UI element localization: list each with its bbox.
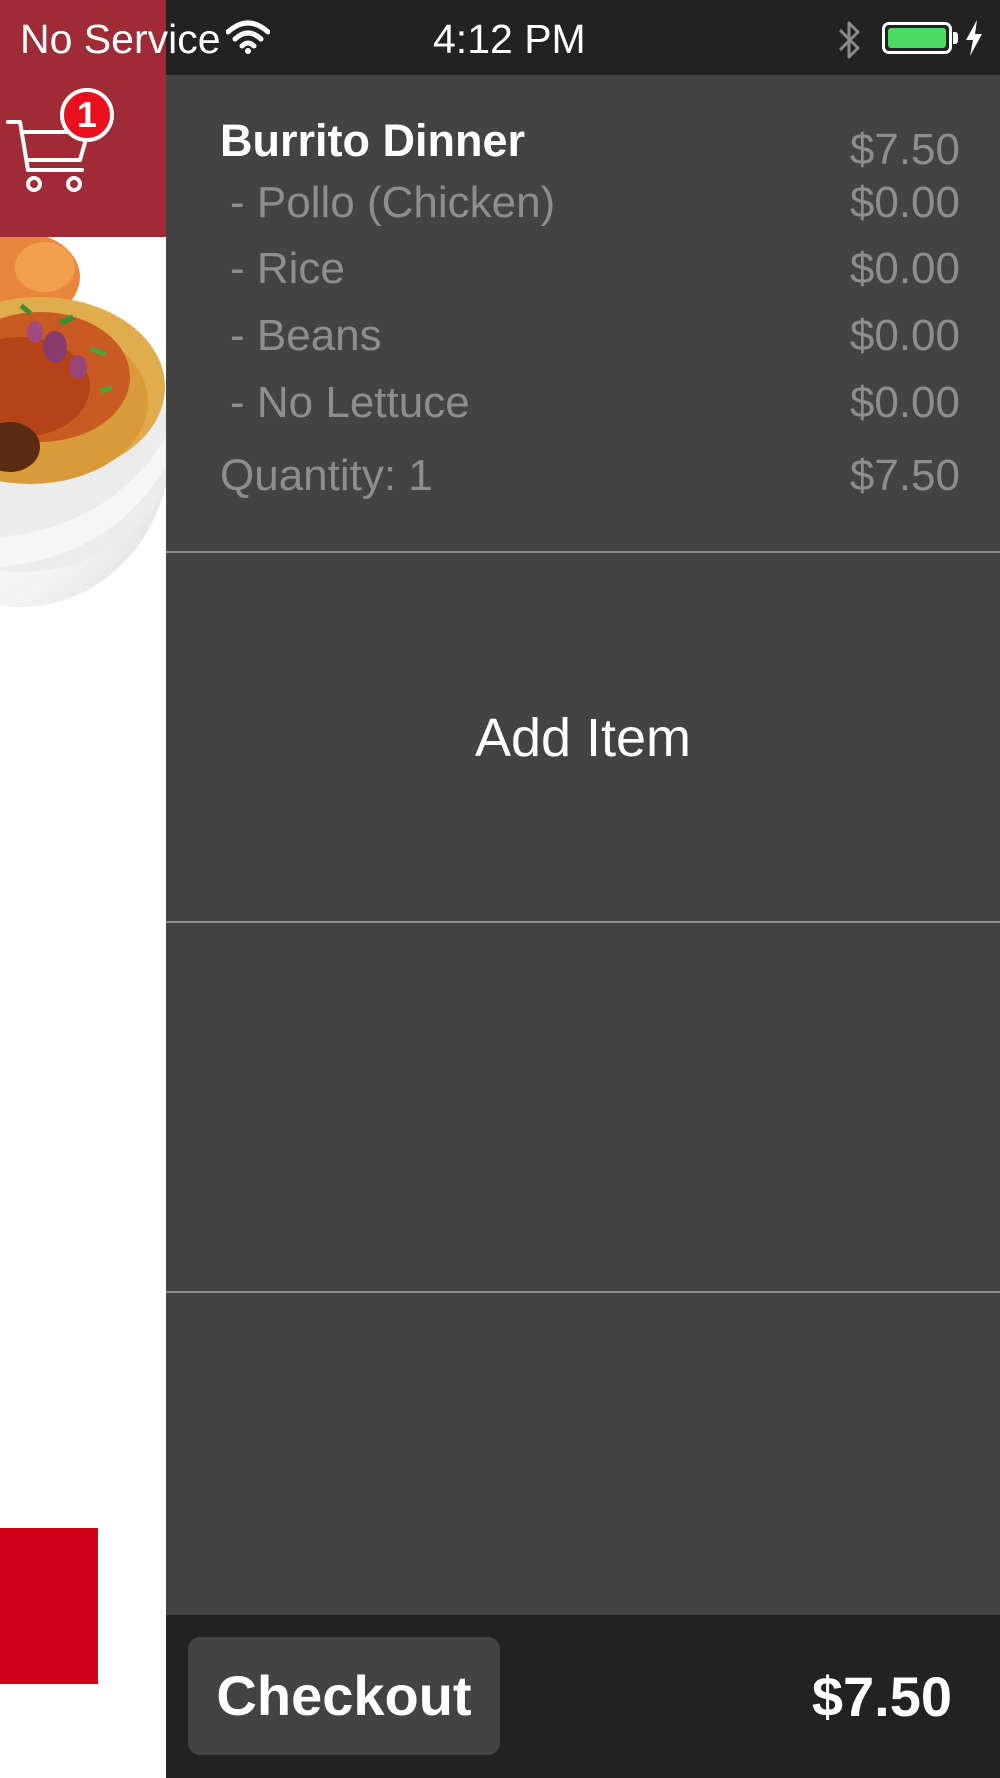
order-total: $7.50: [811, 1665, 952, 1728]
food-photo: [0, 237, 166, 707]
modifier-label: - No Lettuce: [230, 378, 470, 427]
clock-label: 4:12 PM: [433, 16, 586, 62]
modifier-price: $0.00: [849, 311, 960, 360]
add-item-label: Add Item: [474, 708, 692, 768]
bluetooth-icon: [838, 21, 860, 59]
item-name: Burrito Dinner: [220, 115, 526, 166]
cart-count-badge: 1: [60, 88, 114, 142]
modifier-row: - Beans $0.00: [220, 311, 960, 371]
quantity-total: $7.50: [849, 451, 960, 500]
quantity-row: Quantity: 1 $7.50: [220, 451, 960, 511]
checkout-bar: Checkout $7.50: [166, 1615, 1000, 1778]
cart-panel: Burrito Dinner $7.50 - Pollo (Chicken) $…: [166, 75, 1000, 1615]
modifier-row: - No Lettuce $0.00: [220, 378, 960, 438]
modifier-price: $0.00: [849, 178, 960, 227]
item-price: $7.50: [849, 125, 960, 174]
battery-tip: [953, 32, 958, 44]
menu-background: [0, 0, 166, 1778]
modifier-label: - Beans: [230, 311, 382, 360]
item-title-row: Burrito Dinner $7.50: [220, 115, 960, 175]
status-bar: No Service 4:12 PM: [0, 0, 1000, 75]
modifier-label: - Pollo (Chicken): [230, 178, 556, 227]
menu-red-button: [0, 1528, 98, 1684]
modifier-row: - Rice $0.00: [220, 244, 960, 304]
empty-cart-slot: [166, 923, 1000, 1293]
charging-bolt-icon: [966, 20, 982, 56]
add-item-button[interactable]: Add Item: [166, 553, 1000, 923]
modifier-price: $0.00: [849, 378, 960, 427]
quantity-label: Quantity: 1: [220, 451, 433, 500]
wifi-icon: [226, 20, 270, 54]
modifier-label: - Rice: [230, 244, 345, 293]
modifier-row: - Pollo (Chicken) $0.00: [220, 178, 960, 238]
checkout-button[interactable]: Checkout: [188, 1637, 500, 1755]
modifier-price: $0.00: [849, 244, 960, 293]
carrier-label: No Service: [20, 16, 221, 62]
battery-icon: [882, 22, 952, 54]
cart-order-item[interactable]: Burrito Dinner $7.50 - Pollo (Chicken) $…: [166, 75, 1000, 553]
